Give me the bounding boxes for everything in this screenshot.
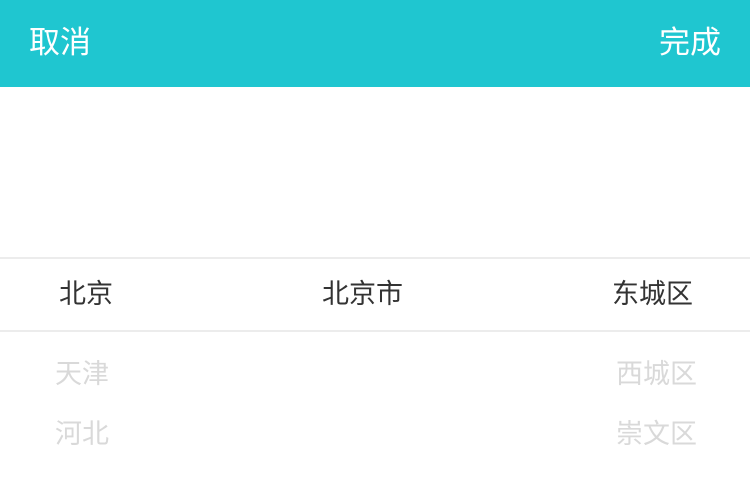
province-option[interactable]: 河北 [0, 405, 250, 465]
district-option[interactable]: 西城区 [500, 345, 750, 405]
district-option[interactable]: 崇文区 [500, 405, 750, 465]
region-picker: 取消 完成 北京 天津 河北 北京市 东城区 西城区 崇文区 [0, 0, 750, 495]
city-option-selected[interactable]: 北京市 [250, 265, 475, 325]
province-option[interactable]: 天津 [0, 345, 250, 405]
picker-header: 取消 完成 [0, 0, 750, 87]
cancel-button[interactable]: 取消 [29, 0, 91, 87]
province-option-selected[interactable]: 北京 [0, 265, 250, 325]
province-wheel[interactable]: 北京 天津 河北 [0, 90, 250, 495]
city-wheel[interactable]: 北京市 [250, 90, 500, 495]
done-button[interactable]: 完成 [659, 0, 721, 87]
district-wheel[interactable]: 东城区 西城区 崇文区 [500, 90, 750, 495]
district-option-selected[interactable]: 东城区 [500, 265, 750, 325]
